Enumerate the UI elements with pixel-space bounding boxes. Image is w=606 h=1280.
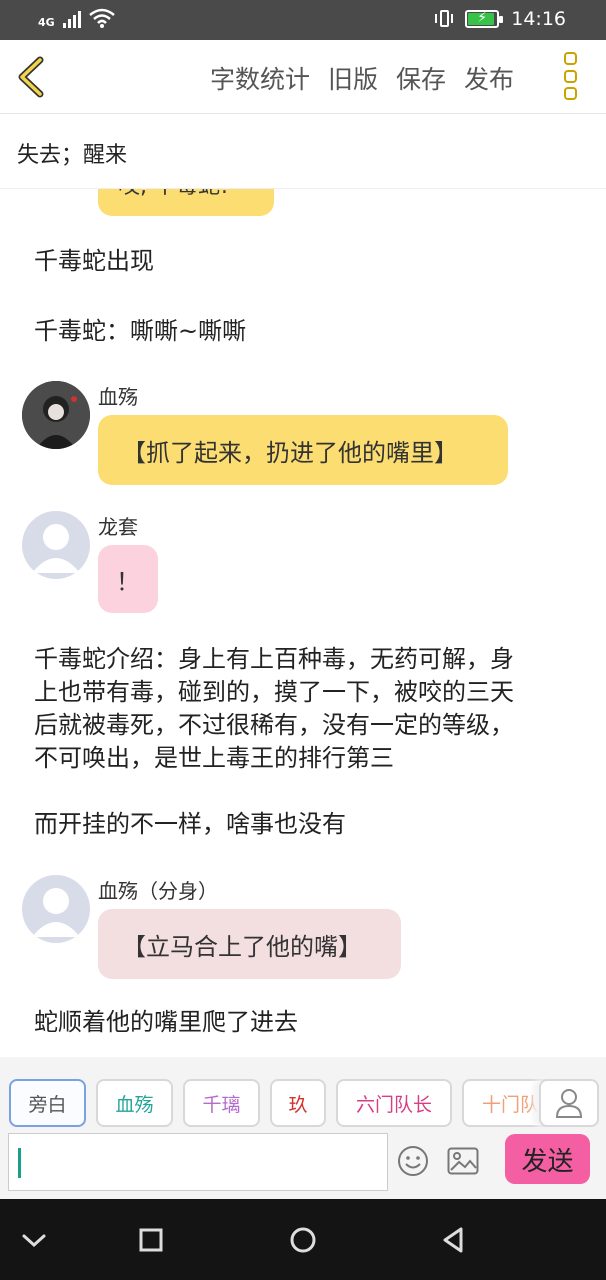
role-label: 旁白 bbox=[28, 1093, 67, 1116]
message-text: 哎, 千毒蛇! bbox=[118, 189, 229, 200]
message-bubble[interactable]: 【抓了起来，扔进了他的嘴里】 bbox=[98, 415, 508, 485]
narration-line: 千毒蛇介绍：身上有上百种毒，无药可解，身 bbox=[34, 645, 514, 673]
speaker-name: 龙套 bbox=[98, 515, 138, 539]
old-version-button[interactable]: 旧版 bbox=[328, 60, 378, 96]
editor-toolbar: 字数统计 旧版 保存 发布 bbox=[0, 40, 606, 114]
status-bar: 4G ⚡ 14:16 bbox=[0, 0, 606, 40]
role-chips[interactable]: 旁白 血殇 千璃 玖 六门队长 十门队 bbox=[0, 1079, 606, 1127]
compose-panel: 旁白 血殇 千璃 玖 六门队长 十门队 发送 bbox=[0, 1057, 606, 1199]
image-icon[interactable] bbox=[447, 1147, 479, 1175]
role-chip[interactable]: 血殇 bbox=[96, 1079, 173, 1127]
chapter-title[interactable]: 失去；醒来 bbox=[0, 115, 606, 189]
message-text: 【抓了起来，扔进了他的嘴里】 bbox=[122, 438, 458, 467]
word-count-button[interactable]: 字数统计 bbox=[210, 60, 310, 96]
home-icon[interactable] bbox=[286, 1223, 320, 1257]
role-chip[interactable]: 六门队长 bbox=[336, 1079, 452, 1127]
message-text: ！ bbox=[116, 567, 140, 596]
vibrate-icon bbox=[435, 8, 454, 30]
role-label: 六门队长 bbox=[355, 1093, 432, 1116]
role-chip[interactable]: 玖 bbox=[270, 1079, 326, 1127]
narration-line[interactable]: 而开挂的不一样，啥事也没有 bbox=[34, 808, 346, 841]
narration-paragraph[interactable]: 千毒蛇介绍：身上有上百种毒，无药可解，身 上也带有毒，碰到的，摸了一下，被咬的三… bbox=[34, 643, 579, 775]
more-menu-icon[interactable] bbox=[564, 52, 580, 100]
message-input[interactable] bbox=[8, 1133, 388, 1191]
role-label: 玖 bbox=[288, 1093, 308, 1116]
back-icon[interactable] bbox=[14, 54, 54, 100]
narration-line: 上也带有毒，碰到的，摸了一下，被咬的三天 bbox=[34, 678, 514, 706]
back-nav-icon[interactable] bbox=[437, 1223, 471, 1257]
user-silhouette-icon bbox=[32, 524, 80, 573]
wifi-icon bbox=[88, 8, 115, 28]
speaker-name: 血殇（分身） bbox=[98, 879, 218, 903]
text-cursor bbox=[18, 1148, 21, 1178]
role-chip[interactable]: 千璃 bbox=[183, 1079, 260, 1127]
message-bubble[interactable]: ！ bbox=[98, 545, 158, 613]
narration-line: 后就被毒死，不过很稀有，没有一定的等级， bbox=[34, 711, 514, 739]
publish-button[interactable]: 发布 bbox=[464, 60, 514, 96]
message-bubble-partial[interactable]: 哎, 千毒蛇! bbox=[98, 189, 274, 216]
role-label: 千璃 bbox=[202, 1093, 241, 1116]
send-button[interactable]: 发送 bbox=[505, 1134, 590, 1184]
network-type: 4G bbox=[38, 16, 55, 29]
avatar-image bbox=[22, 381, 90, 449]
role-chip-narrator[interactable]: 旁白 bbox=[9, 1079, 86, 1127]
manage-roles-button[interactable] bbox=[539, 1079, 599, 1127]
narration-line[interactable]: 千毒蛇出现 bbox=[34, 245, 154, 278]
role-label: 血殇 bbox=[115, 1093, 154, 1116]
user-silhouette-icon bbox=[32, 888, 80, 937]
person-icon bbox=[555, 1089, 583, 1118]
avatar-default[interactable] bbox=[22, 511, 90, 579]
avatar-xueshang[interactable] bbox=[22, 381, 90, 449]
speaker-name: 血殇 bbox=[98, 385, 138, 409]
system-nav-bar bbox=[0, 1199, 606, 1280]
avatar-default[interactable] bbox=[22, 875, 90, 943]
narration-line: 不可唤出，是世上毒王的排行第三 bbox=[34, 744, 394, 772]
clock: 14:16 bbox=[511, 8, 566, 30]
hide-keyboard-icon[interactable] bbox=[17, 1223, 51, 1257]
signal-icon bbox=[62, 8, 81, 28]
save-button[interactable]: 保存 bbox=[396, 60, 446, 96]
message-text: 【立马合上了他的嘴】 bbox=[122, 932, 362, 961]
recent-apps-icon[interactable] bbox=[134, 1223, 168, 1257]
emoji-icon[interactable] bbox=[397, 1145, 429, 1177]
role-label: 十门队 bbox=[482, 1093, 540, 1116]
message-bubble[interactable]: 【立马合上了他的嘴】 bbox=[98, 909, 401, 979]
narration-line[interactable]: 千毒蛇：嘶嘶~嘶嘶 bbox=[34, 315, 246, 348]
story-chat[interactable]: 哎, 千毒蛇! 千毒蛇出现 千毒蛇：嘶嘶~嘶嘶 血殇 【抓了起来，扔进了他的嘴里… bbox=[0, 189, 606, 1057]
narration-line[interactable]: 蛇顺着他的嘴里爬了进去 bbox=[34, 1006, 298, 1039]
battery-icon: ⚡ bbox=[465, 10, 504, 28]
